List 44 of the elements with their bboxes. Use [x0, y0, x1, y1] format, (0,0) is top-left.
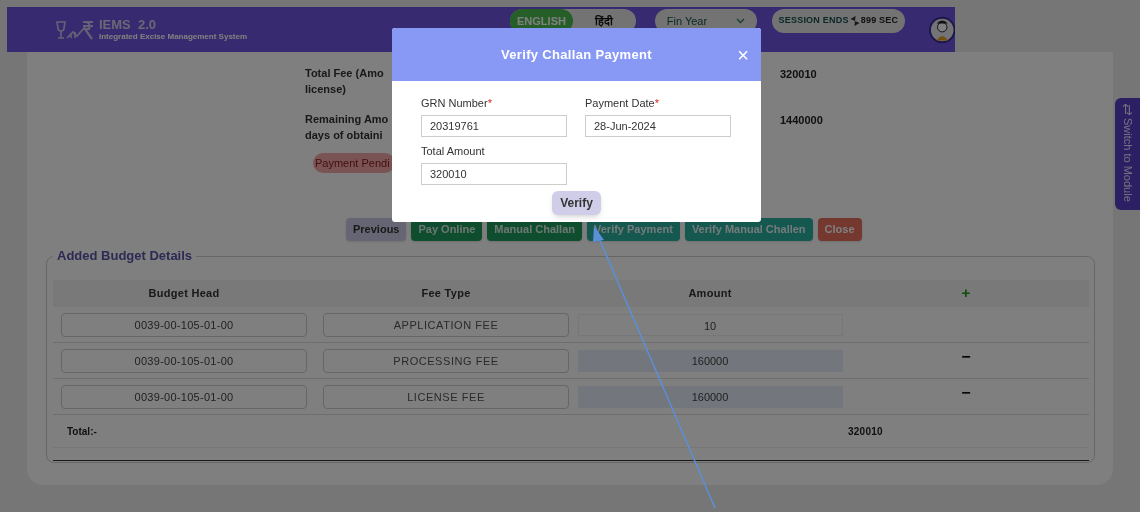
input-field[interactable]: 320010 [421, 163, 567, 185]
remove-row-button[interactable]: − [961, 348, 971, 365]
action-button[interactable]: Previous [346, 218, 407, 241]
switch-module-tab[interactable]: ⇅ Switch to Module [1115, 98, 1140, 210]
fee-type-field: PROCESSING FEE [323, 348, 569, 373]
language-tab[interactable]: हिंदी [572, 9, 636, 33]
column-header: Amount [687, 286, 733, 302]
budget-head-field: 0039-00-105-01-00 [61, 384, 307, 409]
close-button[interactable]: × [737, 45, 749, 65]
column-header: Fee Type [420, 286, 472, 302]
fee-value: 1440000 [780, 113, 824, 128]
hourglass-icon [849, 16, 860, 26]
total-label: Total:- [66, 424, 98, 439]
avatar-icon[interactable] [928, 15, 955, 44]
fee-label: Total Fee (Amo license) [305, 66, 384, 97]
total-value: 320010 [848, 424, 883, 439]
fee-value: 320010 [780, 67, 818, 82]
verify-button[interactable]: Verify [552, 191, 601, 215]
fee-type-field: LICENSE FEE [323, 384, 569, 409]
amount-field[interactable]: 160000 [577, 385, 843, 408]
add-row-button[interactable]: + [843, 282, 1089, 305]
fee-label: Remaining Amo days of obtaini [305, 112, 389, 143]
action-button[interactable]: Verify Manual Challen [684, 218, 813, 241]
amount-field[interactable]: 10 [577, 313, 843, 336]
session-countdown: 899 SEC [860, 14, 899, 28]
app-subtitle: Integrated Excise Management System [99, 33, 248, 41]
chevron-down-icon [736, 18, 746, 24]
column-header: Budget Head [147, 286, 221, 302]
fee-type-field: APPLICATION FEE [323, 312, 569, 337]
action-button[interactable]: Close [817, 218, 862, 241]
budget-head-field: 0039-00-105-01-00 [61, 348, 307, 373]
payment-status-badge: Payment Pendi [313, 153, 395, 173]
input-field[interactable]: 20319761 [421, 115, 567, 137]
field-label: GRN Number* [421, 96, 492, 111]
amount-field[interactable]: 160000 [577, 349, 843, 372]
logo-icon [55, 18, 95, 41]
budget-head-field: 0039-00-105-01-00 [61, 312, 307, 337]
session-label: SESSION ENDS [778, 14, 849, 28]
remove-row-button[interactable]: − [961, 384, 971, 401]
field-label: Payment Date* [585, 96, 659, 111]
app-title: IEMS 2.0 [99, 18, 158, 31]
field-label: Total Amount [421, 144, 485, 159]
modal-title: Verify Challan Payment [501, 45, 652, 64]
input-field[interactable]: 28-Jun-2024 [585, 115, 731, 137]
